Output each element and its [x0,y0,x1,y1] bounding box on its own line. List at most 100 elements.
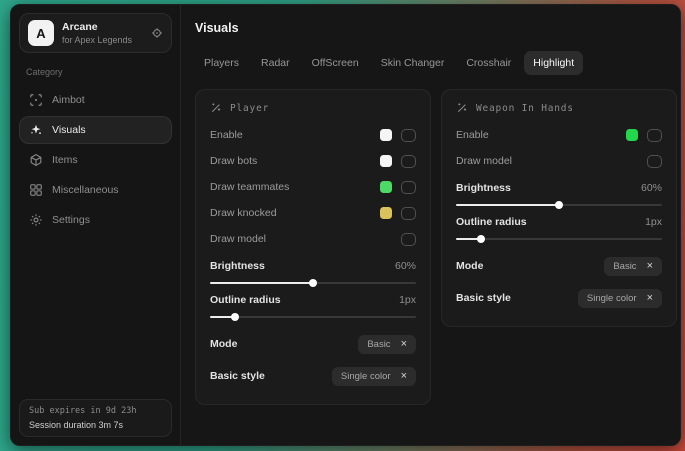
select-chip[interactable]: Basic × [358,335,416,354]
page-title: Visuals [195,21,677,35]
panel-title: Player [230,103,269,114]
setting-controls [647,155,662,168]
tab-offscreen[interactable]: OffScreen [303,51,368,75]
setting-row-draw-model: Draw model [210,226,416,252]
select-row-mode: ModeBasic× [456,250,662,282]
color-swatch[interactable] [626,129,638,141]
setting-label: Draw knocked [210,207,277,219]
color-swatch[interactable] [380,207,392,219]
main-content: Visuals PlayersRadarOffScreenSkin Change… [181,5,681,445]
slider-label: Outline radius [210,294,281,306]
panel-weapon-in-hands: Weapon In Hands Enable Draw model Brightnes… [441,89,677,327]
setting-label: Enable [456,129,489,141]
slider-label: Brightness [210,260,265,272]
slider-row-outline-radius: Outline radius 1px [210,294,416,318]
setting-label: Draw model [456,155,512,167]
color-swatch[interactable] [380,129,392,141]
panel-player: PlayerEnableDraw botsDraw teammatesDraw … [195,89,431,405]
checkbox[interactable] [401,233,416,246]
slider-value: 60% [395,260,416,272]
checkbox[interactable] [647,129,662,142]
slider-thumb[interactable] [309,279,317,287]
checkbox[interactable] [401,155,416,168]
setting-row-enable: Enable [210,122,416,148]
target-icon[interactable] [151,27,163,39]
color-swatch[interactable] [380,181,392,193]
select-row-mode: Mode Basic × [210,328,416,360]
checkbox[interactable] [647,155,662,168]
setting-controls [380,207,416,220]
slider-track[interactable] [210,316,416,318]
sidebar-item-visuals[interactable]: Visuals [19,116,172,144]
subscription-card: Sub expires in 9d 23h Session duration 3… [19,399,172,437]
slider-track[interactable] [210,282,416,284]
chip-text: Basic [613,261,636,272]
sidebar-item-aimbot[interactable]: Aimbot [19,86,172,114]
crosshair-icon [29,93,43,107]
panel-header: Player [210,102,416,114]
setting-label: Draw bots [210,155,257,167]
app-subtitle: for Apex Legends [62,35,132,45]
tab-radar[interactable]: Radar [252,51,299,75]
checkbox[interactable] [401,129,416,142]
select-chip[interactable]: Single color× [332,367,416,386]
category-label: Category [26,67,165,77]
tab-highlight[interactable]: Highlight [524,51,583,75]
panel-header: Weapon In Hands [456,102,662,114]
sidebar-item-label: Miscellaneous [52,184,119,196]
slider-thumb[interactable] [231,313,239,321]
checkbox[interactable] [401,207,416,220]
session-duration-text: Session duration 3m 7s [29,420,162,430]
app-title: Arcane [62,21,132,33]
slider-track[interactable] [456,238,662,240]
remove-icon[interactable]: × [401,371,407,382]
gear-icon [29,213,43,227]
select-row-basic-style: Basic style Single color× [456,282,662,314]
sidebar-item-label: Visuals [52,124,86,136]
select-chip[interactable]: Single color× [578,289,662,308]
slider-head: Brightness 60% [456,182,662,194]
color-swatch[interactable] [380,155,392,167]
chip-text: Basic [367,339,390,350]
panels-container: PlayerEnableDraw botsDraw teammatesDraw … [195,89,677,405]
select-label: Basic style [456,292,511,304]
slider-value: 1px [645,216,662,228]
checkbox[interactable] [401,181,416,194]
sidebar-item-label: Settings [52,214,90,226]
remove-icon[interactable]: × [647,293,653,304]
brand-text: Arcane for Apex Legends [62,21,132,45]
sidebar-item-settings[interactable]: Settings [19,206,172,234]
slider-value: 1px [399,294,416,306]
tab-crosshair[interactable]: Crosshair [457,51,520,75]
select-chip[interactable]: Basic × [604,257,662,276]
slider-head: Outline radius1px [456,216,662,228]
sidebar-item-label: Aimbot [52,94,85,106]
slider-thumb[interactable] [555,201,563,209]
app-logo: A [28,20,54,46]
slider-row-outline-radius: Outline radius1px [456,216,662,240]
slider-track[interactable] [456,204,662,206]
slider-row-brightness: Brightness 60% [210,260,416,284]
tab-skin-changer[interactable]: Skin Changer [372,51,454,75]
remove-icon[interactable]: × [647,261,653,272]
slider-fill [456,204,559,206]
setting-controls [380,129,416,142]
sparkle-icon [29,123,43,137]
slider-head: Brightness 60% [210,260,416,272]
select-label: Mode [210,338,237,350]
remove-icon[interactable]: × [401,339,407,350]
sidebar-item-label: Items [52,154,78,166]
tab-bar: PlayersRadarOffScreenSkin ChangerCrossha… [195,51,677,75]
slider-thumb[interactable] [477,235,485,243]
slider-value: 60% [641,182,662,194]
tab-players[interactable]: Players [195,51,248,75]
setting-controls [401,233,416,246]
setting-label: Draw model [210,233,266,245]
grid-icon [29,183,43,197]
sidebar-item-miscellaneous[interactable]: Miscellaneous [19,176,172,204]
slider-label: Brightness [456,182,511,194]
setting-row-draw-knocked: Draw knocked [210,200,416,226]
setting-controls [380,155,416,168]
sidebar-item-items[interactable]: Items [19,146,172,174]
setting-controls [626,129,662,142]
